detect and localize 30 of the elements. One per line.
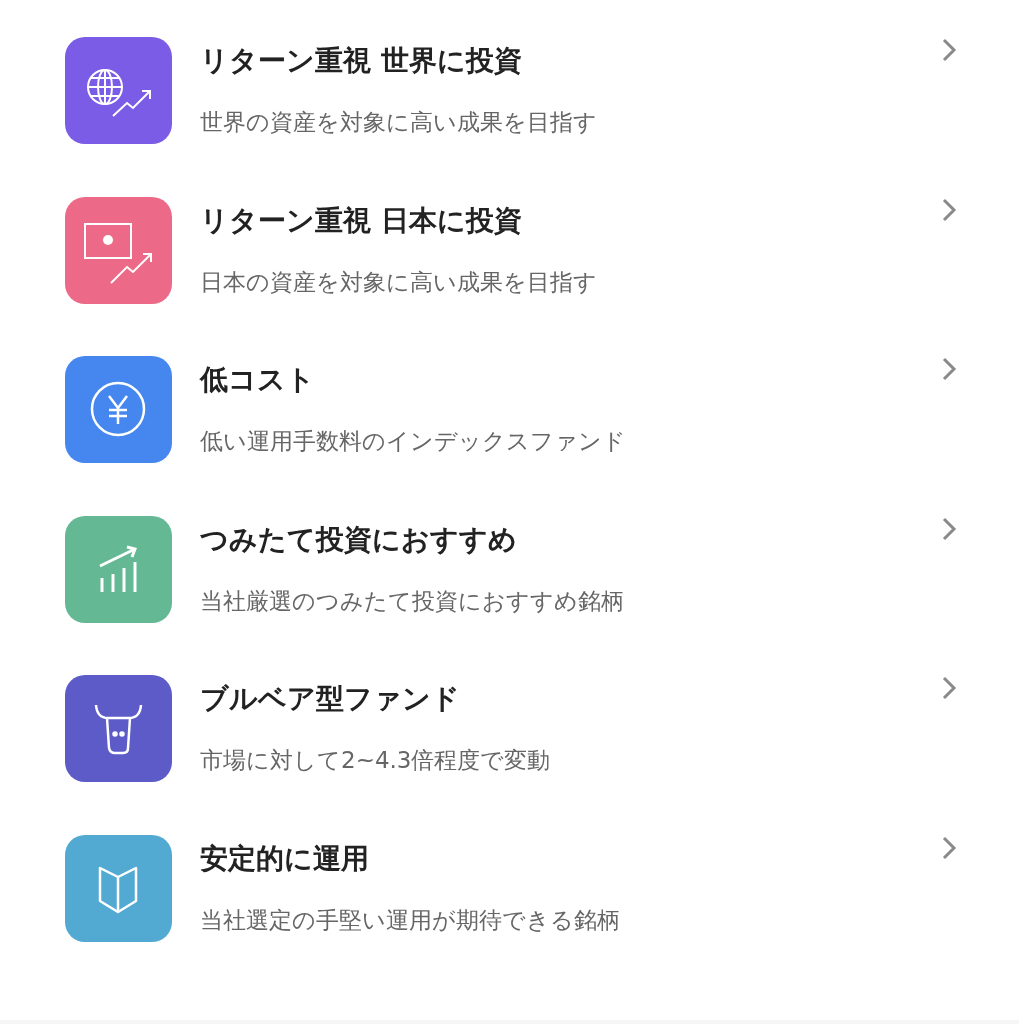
open-book-icon bbox=[98, 864, 138, 914]
category-title: ブルベア型ファンド bbox=[200, 681, 461, 717]
category-title: 安定的に運用 bbox=[200, 840, 370, 877]
fund-category-item[interactable]: リターン重視 世界に投資 世界の資産を対象に高い成果を目指す bbox=[0, 37, 1019, 197]
yen-coin-icon bbox=[90, 381, 146, 437]
bull-head-icon bbox=[94, 703, 143, 755]
chevron-right-icon bbox=[941, 515, 957, 542]
flag-chart-icon bbox=[83, 221, 153, 285]
category-description: 当社厳選のつみたて投資におすすめ銘柄 bbox=[200, 586, 625, 616]
fund-category-item[interactable]: ブルベア型ファンド 市場に対して2~4.3倍程度で変動 bbox=[0, 675, 1019, 835]
category-title: 低コスト bbox=[200, 362, 316, 398]
chevron-right-icon bbox=[941, 675, 957, 701]
category-title: リターン重視 世界に投資 bbox=[200, 43, 523, 79]
fund-category-item[interactable]: つみたて投資におすすめ 当社厳選のつみたて投資におすすめ銘柄 bbox=[0, 515, 1019, 675]
growth-bars-icon bbox=[98, 544, 138, 593]
chevron-right-icon bbox=[941, 834, 957, 861]
category-description: 世界の資産を対象に高い成果を目指す bbox=[200, 108, 598, 137]
category-description: 市場に対して2~4.3倍程度で変動 bbox=[200, 746, 552, 775]
category-title: つみたて投資におすすめ bbox=[200, 521, 518, 558]
chevron-right-icon bbox=[941, 196, 957, 223]
category-description: 低い運用手数料のインデックスファンド bbox=[200, 427, 627, 456]
category-title: リターン重視 日本に投資 bbox=[200, 202, 523, 239]
chevron-right-icon bbox=[941, 37, 957, 63]
category-description: 日本の資産を対象に高い成果を目指す bbox=[200, 267, 598, 297]
chevron-right-icon bbox=[941, 356, 957, 382]
fund-category-item[interactable]: 安定的に運用 当社選定の手堅い運用が期待できる銘柄 bbox=[0, 834, 1019, 994]
globe-chart-icon bbox=[86, 68, 152, 118]
category-description: 当社選定の手堅い運用が期待できる銘柄 bbox=[200, 905, 621, 935]
fund-category-item[interactable]: 低コスト 低い運用手数料のインデックスファンド bbox=[0, 356, 1019, 516]
fund-category-item[interactable]: リターン重視 日本に投資 日本の資産を対象に高い成果を目指す bbox=[0, 196, 1019, 356]
